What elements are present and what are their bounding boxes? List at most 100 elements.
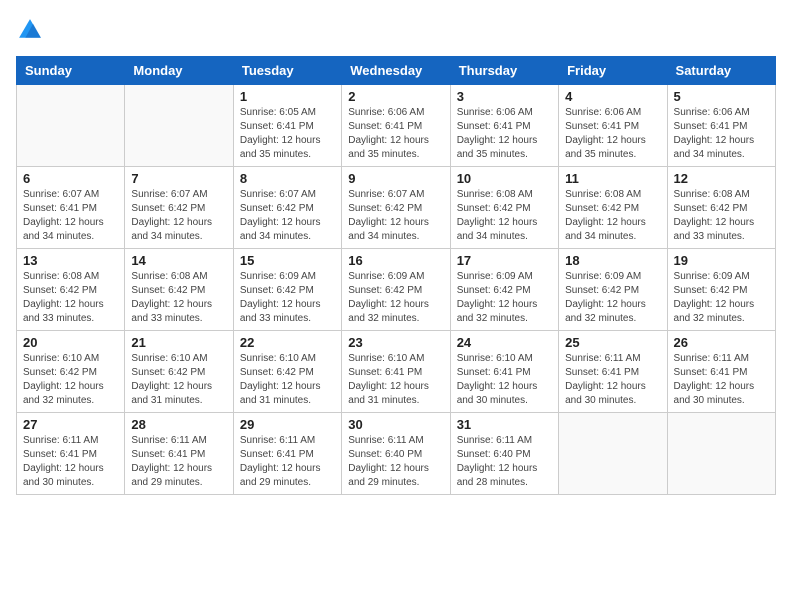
day-info: Sunrise: 6:07 AM Sunset: 6:42 PM Dayligh… [348,188,443,244]
day-number: 1 [240,89,335,104]
day-number: 4 [565,89,660,104]
day-info: Sunrise: 6:06 AM Sunset: 6:41 PM Dayligh… [457,106,552,162]
day-number: 19 [674,253,769,268]
day-number: 27 [23,417,118,432]
calendar-cell: 24 Sunrise: 6:10 AM Sunset: 6:41 PM Dayli… [450,331,558,413]
weekday-header-friday: Friday [559,57,667,85]
calendar-cell: 17 Sunrise: 6:09 AM Sunset: 6:42 PM Dayli… [450,249,558,331]
day-number: 31 [457,417,552,432]
day-number: 6 [23,171,118,186]
day-info: Sunrise: 6:07 AM Sunset: 6:42 PM Dayligh… [240,188,335,244]
day-info: Sunrise: 6:11 AM Sunset: 6:41 PM Dayligh… [674,352,769,408]
day-number: 9 [348,171,443,186]
calendar-table: SundayMondayTuesdayWednesdayThursdayFrid… [16,56,776,495]
day-number: 24 [457,335,552,350]
day-info: Sunrise: 6:08 AM Sunset: 6:42 PM Dayligh… [457,188,552,244]
calendar-cell: 13 Sunrise: 6:08 AM Sunset: 6:42 PM Dayli… [17,249,125,331]
calendar-cell: 16 Sunrise: 6:09 AM Sunset: 6:42 PM Dayli… [342,249,450,331]
calendar-cell: 10 Sunrise: 6:08 AM Sunset: 6:42 PM Dayli… [450,167,558,249]
calendar-cell: 2 Sunrise: 6:06 AM Sunset: 6:41 PM Daylig… [342,85,450,167]
calendar-cell: 3 Sunrise: 6:06 AM Sunset: 6:41 PM Daylig… [450,85,558,167]
day-number: 11 [565,171,660,186]
day-info: Sunrise: 6:08 AM Sunset: 6:42 PM Dayligh… [23,270,118,326]
day-number: 10 [457,171,552,186]
calendar-week-row-4: 20 Sunrise: 6:10 AM Sunset: 6:42 PM Dayli… [17,331,776,413]
day-number: 17 [457,253,552,268]
calendar-cell: 21 Sunrise: 6:10 AM Sunset: 6:42 PM Dayli… [125,331,233,413]
calendar-cell: 18 Sunrise: 6:09 AM Sunset: 6:42 PM Dayli… [559,249,667,331]
day-info: Sunrise: 6:11 AM Sunset: 6:40 PM Dayligh… [348,434,443,490]
day-number: 8 [240,171,335,186]
calendar-cell: 1 Sunrise: 6:05 AM Sunset: 6:41 PM Daylig… [233,85,341,167]
day-number: 25 [565,335,660,350]
day-info: Sunrise: 6:08 AM Sunset: 6:42 PM Dayligh… [674,188,769,244]
day-number: 30 [348,417,443,432]
weekday-header-monday: Monday [125,57,233,85]
day-info: Sunrise: 6:06 AM Sunset: 6:41 PM Dayligh… [565,106,660,162]
calendar-cell: 22Sunrise: 6:10 AM Sunset: 6:42 PM Dayli… [233,331,341,413]
day-info: Sunrise: 6:08 AM Sunset: 6:42 PM Dayligh… [131,270,226,326]
calendar-cell: 11 Sunrise: 6:08 AM Sunset: 6:42 PM Dayli… [559,167,667,249]
day-info: Sunrise: 6:06 AM Sunset: 6:41 PM Dayligh… [674,106,769,162]
calendar-week-row-5: 27 Sunrise: 6:11 AM Sunset: 6:41 PM Dayli… [17,413,776,495]
day-info: Sunrise: 6:07 AM Sunset: 6:42 PM Dayligh… [131,188,226,244]
day-number: 23 [348,335,443,350]
day-info: Sunrise: 6:06 AM Sunset: 6:41 PM Dayligh… [348,106,443,162]
day-number: 26 [674,335,769,350]
weekday-header-wednesday: Wednesday [342,57,450,85]
calendar-cell: 26 Sunrise: 6:11 AM Sunset: 6:41 PM Dayli… [667,331,775,413]
day-number: 15 [240,253,335,268]
day-info: Sunrise: 6:08 AM Sunset: 6:42 PM Dayligh… [565,188,660,244]
calendar-cell: 27 Sunrise: 6:11 AM Sunset: 6:41 PM Dayli… [17,413,125,495]
calendar-cell: 7Sunrise: 6:07 AM Sunset: 6:42 PM Daylig… [125,167,233,249]
day-info: Sunrise: 6:09 AM Sunset: 6:42 PM Dayligh… [565,270,660,326]
day-info: Sunrise: 6:11 AM Sunset: 6:41 PM Dayligh… [23,434,118,490]
day-number: 18 [565,253,660,268]
calendar-cell: 6Sunrise: 6:07 AM Sunset: 6:41 PM Daylig… [17,167,125,249]
day-number: 5 [674,89,769,104]
calendar-cell [667,413,775,495]
calendar-cell: 15 Sunrise: 6:09 AM Sunset: 6:42 PM Dayli… [233,249,341,331]
day-info: Sunrise: 6:10 AM Sunset: 6:41 PM Dayligh… [457,352,552,408]
day-number: 12 [674,171,769,186]
day-info: Sunrise: 6:11 AM Sunset: 6:41 PM Dayligh… [565,352,660,408]
calendar-cell [559,413,667,495]
day-info: Sunrise: 6:10 AM Sunset: 6:41 PM Dayligh… [348,352,443,408]
day-info: Sunrise: 6:09 AM Sunset: 6:42 PM Dayligh… [457,270,552,326]
calendar-cell: 20 Sunrise: 6:10 AM Sunset: 6:42 PM Dayli… [17,331,125,413]
calendar-cell: 9 Sunrise: 6:07 AM Sunset: 6:42 PM Daylig… [342,167,450,249]
calendar-cell: 25 Sunrise: 6:11 AM Sunset: 6:41 PM Dayli… [559,331,667,413]
calendar-cell [125,85,233,167]
logo [16,16,48,44]
calendar-cell: 12 Sunrise: 6:08 AM Sunset: 6:42 PM Dayli… [667,167,775,249]
weekday-header-sunday: Sunday [17,57,125,85]
calendar-cell: 28Sunrise: 6:11 AM Sunset: 6:41 PM Dayli… [125,413,233,495]
day-number: 3 [457,89,552,104]
logo-icon [16,16,44,44]
day-number: 2 [348,89,443,104]
calendar-week-row-3: 13 Sunrise: 6:08 AM Sunset: 6:42 PM Dayli… [17,249,776,331]
day-number: 29 [240,417,335,432]
day-number: 20 [23,335,118,350]
day-info: Sunrise: 6:10 AM Sunset: 6:42 PM Dayligh… [131,352,226,408]
day-info: Sunrise: 6:11 AM Sunset: 6:40 PM Dayligh… [457,434,552,490]
day-info: Sunrise: 6:09 AM Sunset: 6:42 PM Dayligh… [348,270,443,326]
day-number: 28 [131,417,226,432]
calendar-cell: 19 Sunrise: 6:09 AM Sunset: 6:42 PM Dayli… [667,249,775,331]
calendar-week-row-2: 6Sunrise: 6:07 AM Sunset: 6:41 PM Daylig… [17,167,776,249]
day-number: 16 [348,253,443,268]
day-number: 14 [131,253,226,268]
day-info: Sunrise: 6:05 AM Sunset: 6:41 PM Dayligh… [240,106,335,162]
calendar-cell: 4 Sunrise: 6:06 AM Sunset: 6:41 PM Daylig… [559,85,667,167]
day-info: Sunrise: 6:10 AM Sunset: 6:42 PM Dayligh… [23,352,118,408]
calendar-header-row: SundayMondayTuesdayWednesdayThursdayFrid… [17,57,776,85]
weekday-header-saturday: Saturday [667,57,775,85]
day-number: 13 [23,253,118,268]
day-info: Sunrise: 6:11 AM Sunset: 6:41 PM Dayligh… [240,434,335,490]
calendar-cell: 31 Sunrise: 6:11 AM Sunset: 6:40 PM Dayli… [450,413,558,495]
day-info: Sunrise: 6:09 AM Sunset: 6:42 PM Dayligh… [240,270,335,326]
day-info: Sunrise: 6:09 AM Sunset: 6:42 PM Dayligh… [674,270,769,326]
calendar-cell: 29 Sunrise: 6:11 AM Sunset: 6:41 PM Dayli… [233,413,341,495]
day-number: 21 [131,335,226,350]
weekday-header-thursday: Thursday [450,57,558,85]
